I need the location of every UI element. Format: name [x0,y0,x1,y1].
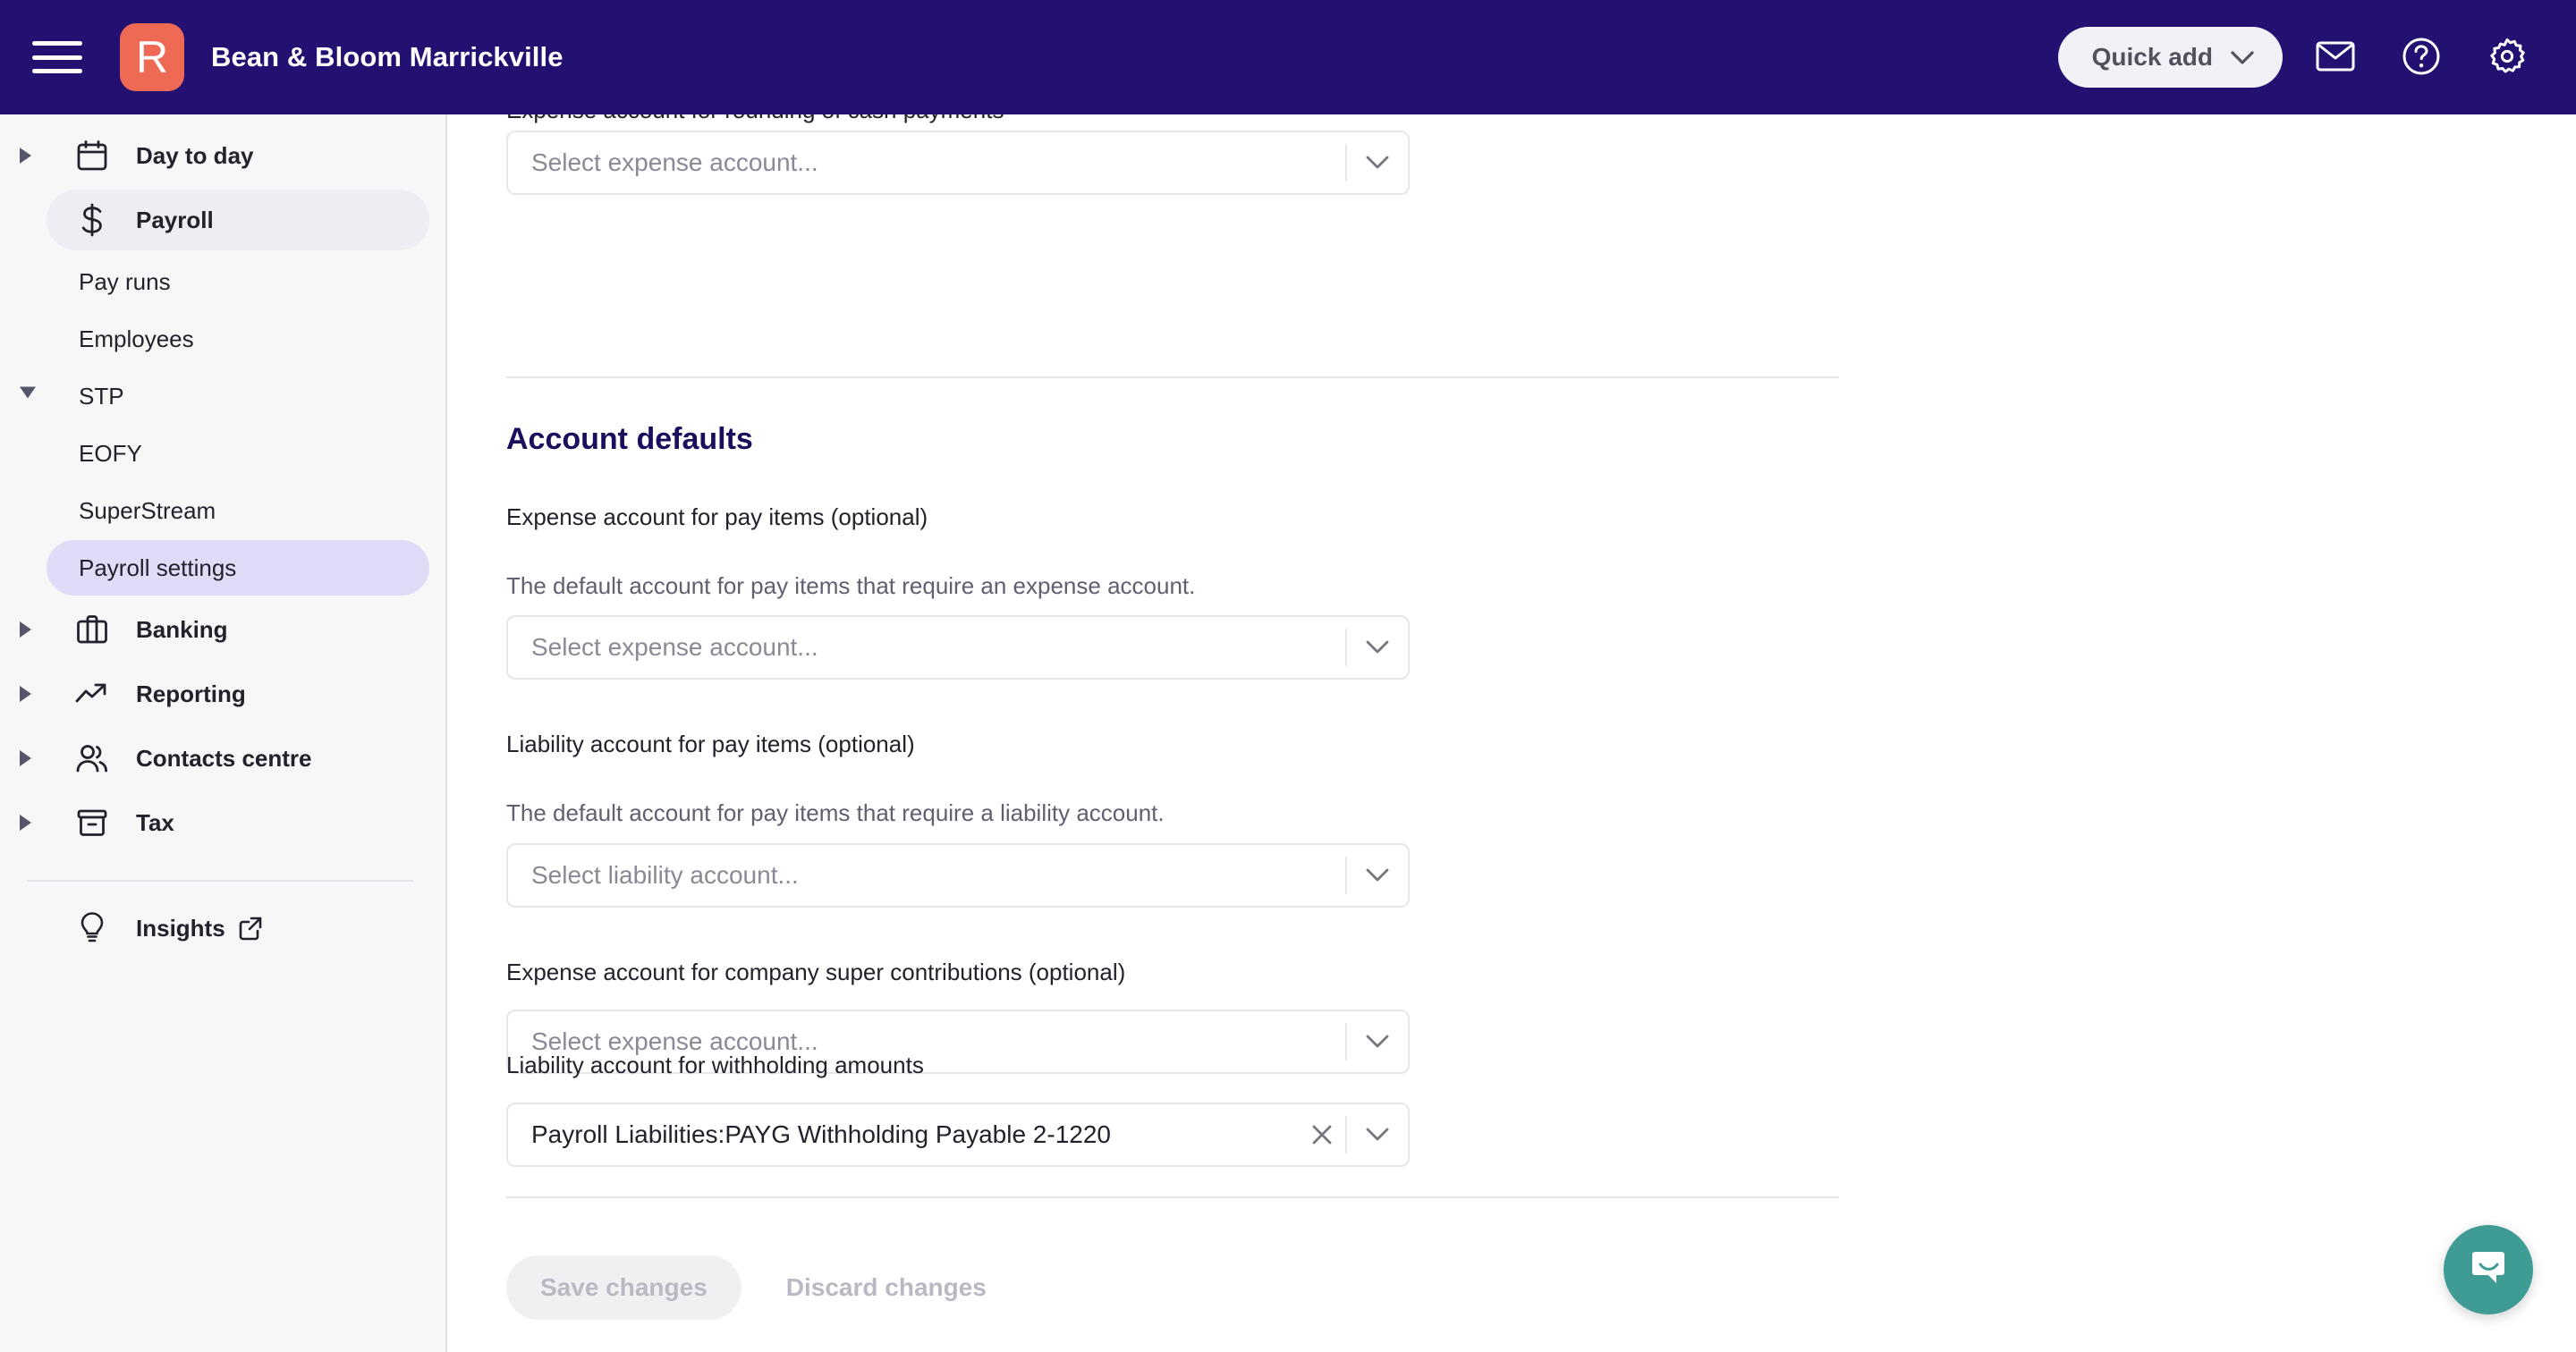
select-value: Payroll Liabilities:PAYG Withholding Pay… [531,1120,1111,1148]
field-label-rounding-expense-account: Expense account for rounding of cash pay… [506,114,1004,124]
nav-group-banking: Banking [0,599,445,660]
briefcase-icon [73,611,111,648]
field-label-expense-account-super-contributions: Expense account for company super contri… [506,959,1126,985]
main-content: Expense account for rounding of cash pay… [449,114,2576,1352]
sidebar-subitem-label: Payroll settings [79,553,237,581]
sidebar-item-label: Contacts centre [136,744,312,772]
chevron-down-icon[interactable] [1347,1104,1408,1165]
quick-add-label: Quick add [2091,43,2213,71]
field-label-expense-account-pay-items: Expense account for pay items (optional) [506,503,928,530]
chevron-down-icon[interactable] [1347,132,1408,193]
chevron-down-icon[interactable] [1347,1011,1408,1072]
sidebar-item-tax[interactable]: Tax [47,792,429,853]
expand-caret-contacts-centre[interactable] [20,750,31,766]
hamburger-menu-icon[interactable] [32,38,82,77]
sidebar-subitem-label: EOFY [79,439,142,467]
hamburger-line [32,41,82,46]
field-help-liability-account-pay-items: The default account for pay items that r… [506,799,1165,826]
sidebar-item-contacts-centre[interactable]: Contacts centre [47,728,429,789]
chat-launcher-button[interactable] [2444,1225,2533,1314]
collapse-caret-payroll[interactable] [20,386,36,399]
expand-caret-reporting[interactable] [20,686,31,702]
calendar-icon [73,137,111,174]
section-divider-bottom [506,1196,1839,1198]
external-link-icon [238,916,263,941]
sidebar-item-superstream[interactable]: SuperStream [47,483,429,538]
sidebar-item-label: Insights [136,914,225,942]
select-value: Select liability account... [531,861,799,889]
select-liability-account-withholding[interactable]: Payroll Liabilities:PAYG Withholding Pay… [506,1103,1410,1167]
sidebar-item-employees[interactable]: Employees [47,311,429,367]
trending-up-icon [73,675,111,713]
nav-group-tax: Tax [0,792,445,853]
discard-changes-button[interactable]: Discard changes [768,1255,1004,1320]
field-label-liability-account-pay-items: Liability account for pay items (optiona… [506,731,915,757]
section-title-account-defaults: Account defaults [506,422,753,456]
nav-group-payroll: Payroll Pay runs Employees STP EOFY Supe… [0,190,445,596]
sidebar-subitem-label: Pay runs [79,267,171,295]
help-button[interactable] [2388,24,2454,90]
sidebar-item-payroll[interactable]: Payroll [47,190,429,250]
sidebar-item-eofy[interactable]: EOFY [47,426,429,481]
gear-icon [2487,36,2528,80]
nav-group-contacts-centre: Contacts centre [0,728,445,789]
sidebar-item-stp[interactable]: STP [47,368,429,424]
field-label-liability-account-withholding: Liability account for withholding amount… [506,1052,924,1078]
chat-bubble-icon [2465,1245,2512,1296]
sidebar-subitem-label: SuperStream [79,496,216,524]
top-navigation-bar: R Bean & Bloom Marrickville Quick add [0,0,2576,114]
sidebar-item-day-to-day[interactable]: Day to day [47,125,429,186]
expand-caret-tax[interactable] [20,815,31,831]
select-liability-account-pay-items[interactable]: Select liability account... [506,843,1410,908]
chevron-down-icon [2231,43,2254,72]
hamburger-line [32,69,82,73]
quick-add-button[interactable]: Quick add [2057,27,2283,88]
sidebar-item-payroll-settings[interactable]: Payroll settings [47,540,429,596]
sidebar-item-label: Reporting [136,680,246,707]
close-icon[interactable] [1299,1104,1345,1165]
sidebar-subitem-label: Employees [79,325,194,352]
app-root: R Bean & Bloom Marrickville Quick add Da… [0,0,2576,1352]
sidebar-item-label: Payroll [136,206,214,233]
lightbulb-icon [73,909,111,947]
select-value: Select expense account... [531,148,818,176]
select-expense-account-pay-items[interactable]: Select expense account... [506,615,1410,680]
settings-button[interactable] [2474,24,2540,90]
app-logo-letter: R [135,32,169,82]
hamburger-line [32,55,82,60]
sidebar-divider [27,880,413,882]
sidebar-item-label: Tax [136,808,174,836]
select-rounding-expense-account[interactable]: Select expense account... [506,131,1410,195]
sidebar-subitem-label: STP [79,382,124,410]
chevron-down-icon[interactable] [1347,845,1408,906]
expand-caret-day-to-day[interactable] [20,148,31,164]
expand-caret-banking[interactable] [20,621,31,638]
question-circle-icon [2402,37,2441,79]
dollar-sign-icon [73,201,111,239]
app-logo[interactable]: R [120,23,184,91]
archive-box-icon [73,804,111,841]
select-value: Select expense account... [531,633,818,661]
users-icon [73,739,111,777]
nav-group-reporting: Reporting [0,663,445,724]
section-divider-top [506,376,1839,378]
sidebar-item-label: Banking [136,615,228,643]
sidebar-item-reporting[interactable]: Reporting [47,663,429,724]
save-changes-button[interactable]: Save changes [506,1255,741,1320]
sidebar-item-insights[interactable]: Insights [47,898,429,959]
sidebar-item-pay-runs[interactable]: Pay runs [47,254,429,309]
messages-button[interactable] [2302,24,2368,90]
sidebar-item-label: Day to day [136,141,254,169]
envelope-icon [2316,40,2355,75]
nav-group-day-to-day: Day to day [0,125,445,186]
chevron-down-icon[interactable] [1347,617,1408,678]
form-actions: Save changes Discard changes [506,1255,1004,1320]
company-name: Bean & Bloom Marrickville [211,41,564,72]
field-help-expense-account-pay-items: The default account for pay items that r… [506,572,1196,599]
sidebar-navigation: Day to day Payroll Pay runs Employees ST… [0,114,447,1352]
sidebar-item-banking[interactable]: Banking [47,599,429,660]
topbar-actions: Quick add [2057,24,2576,90]
